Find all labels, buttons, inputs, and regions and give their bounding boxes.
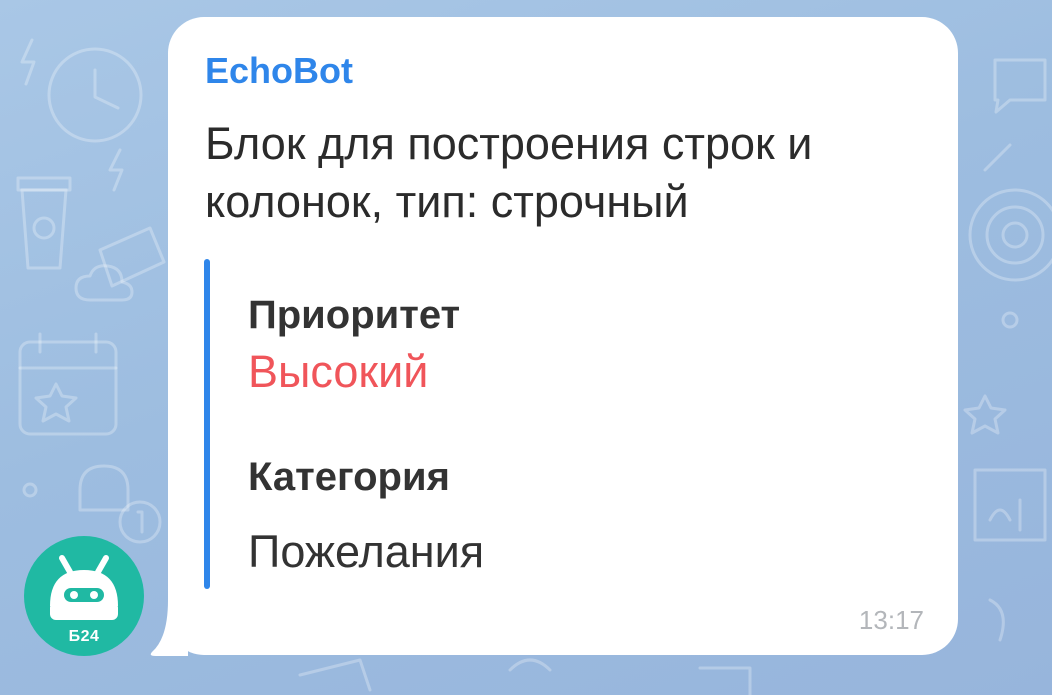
attachment-accent-bar — [204, 259, 210, 589]
bot-avatar[interactable]: Б24 — [24, 536, 144, 656]
message-timestamp: 13:17 — [858, 605, 924, 635]
sender-name[interactable]: EchoBot — [205, 50, 353, 92]
field-value-category: Пожелания — [248, 526, 485, 577]
avatar-label: Б24 — [68, 628, 100, 645]
field-title-priority: Приоритет — [248, 293, 461, 337]
message-text: Блок для построения строк и колонок, тип… — [205, 118, 813, 227]
field-value-priority: Высокий — [248, 346, 429, 397]
field-title-category: Категория — [248, 455, 450, 499]
message-bubble[interactable]: EchoBot Блок для построения строк и коло… — [168, 17, 958, 655]
